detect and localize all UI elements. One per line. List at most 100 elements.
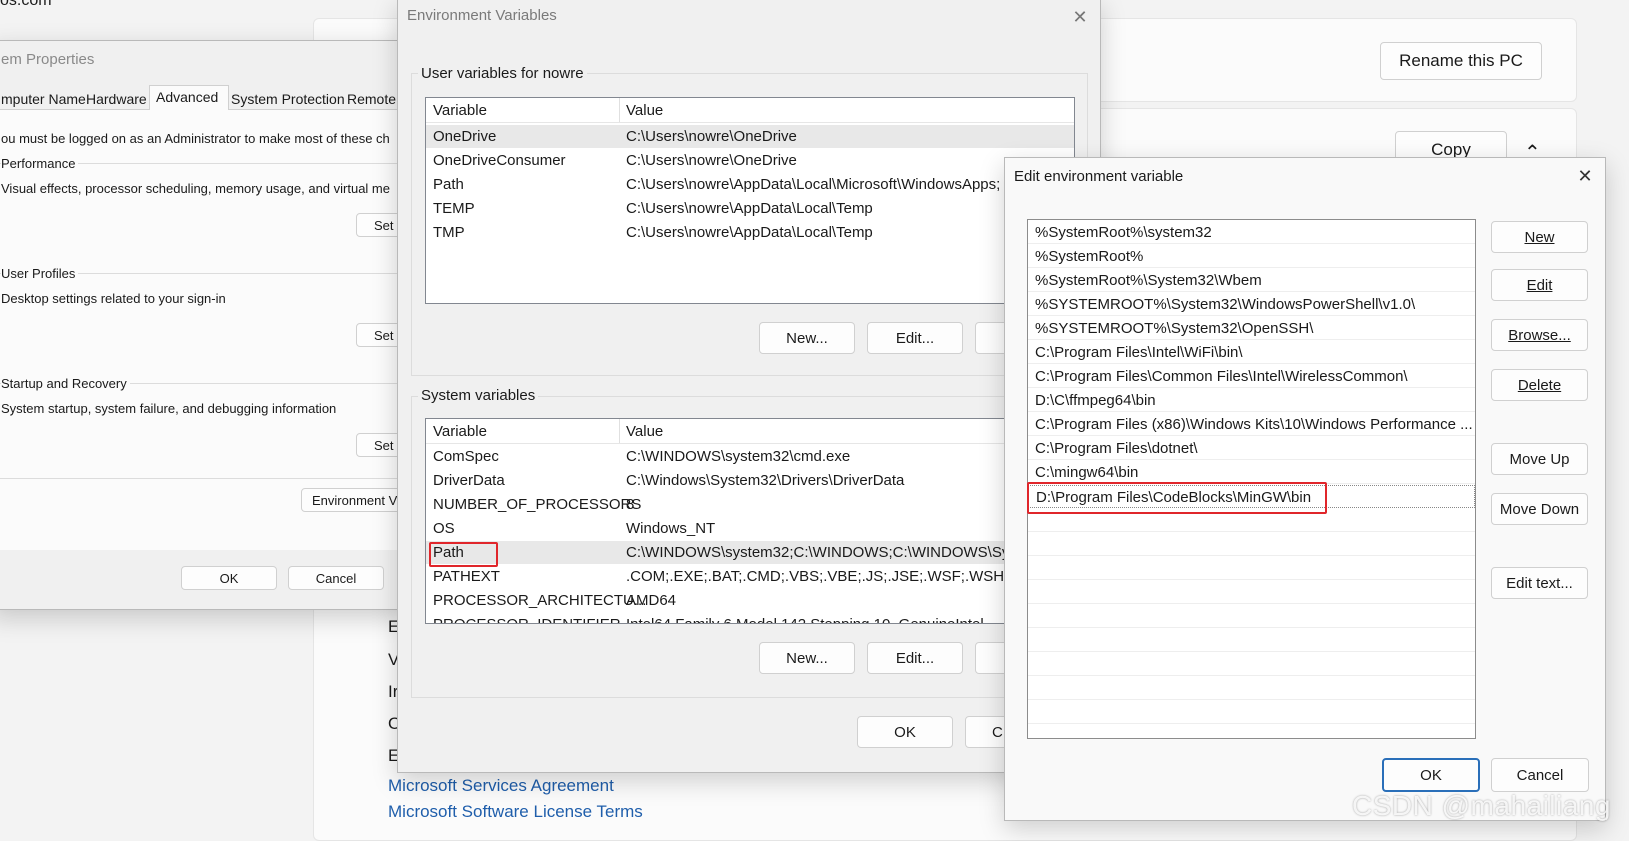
list-row[interactable]: PROCESSOR_IDENTIFIER Intel64 Family 6 Mod… xyxy=(426,613,1074,623)
ok-button[interactable]: OK xyxy=(857,716,953,748)
list-row[interactable]: Path C:\Users\nowre\AppData\Local\Microso… xyxy=(426,173,1074,196)
edit-text-button[interactable]: Edit text... xyxy=(1491,567,1588,599)
startup-label: Startup and Recovery xyxy=(1,376,130,391)
path-entry-text: C:\Program Files\dotnet\ xyxy=(1035,440,1198,457)
path-entry[interactable]: %SystemRoot%\system32 xyxy=(1028,221,1475,244)
var-name: PROCESSOR_ARCHITECTU... xyxy=(433,592,647,609)
edit-button[interactable]: Edit xyxy=(1491,269,1588,301)
var-value: C:\Windows\System32\Drivers\DriverData xyxy=(626,472,905,489)
move-up-button[interactable]: Move Up xyxy=(1491,443,1588,475)
var-value: C:\Users\nowre\AppData\Local\Temp xyxy=(626,200,873,217)
path-entry-text: D:\C\ffmpeg64\bin xyxy=(1035,392,1156,409)
tab-advanced[interactable]: Advanced xyxy=(156,89,218,105)
path-entry-text: C:\Program Files\Common Files\Intel\Wire… xyxy=(1035,368,1408,385)
path-entry[interactable]: %SystemRoot%\System32\Wbem xyxy=(1028,269,1475,292)
environment-variables-dialog: Environment Variables ✕ User variables f… xyxy=(397,0,1101,773)
license-terms-link[interactable]: Microsoft Software License Terms xyxy=(388,802,643,822)
path-entry[interactable]: %SYSTEMROOT%\System32\WindowsPowerShell\… xyxy=(1028,293,1475,316)
cancel-button[interactable]: Cancel xyxy=(288,566,384,590)
user-new-button[interactable]: New... xyxy=(759,322,855,354)
list-row[interactable]: PATHEXT .COM;.EXE;.BAT;.CMD;.VBS;.VBE;.JS… xyxy=(426,565,1074,588)
column-separator xyxy=(619,98,620,122)
empty-row xyxy=(1028,677,1475,700)
list-row[interactable]: ComSpec C:\WINDOWS\system32\cmd.exe xyxy=(426,445,1074,468)
tab-hardware[interactable]: Hardware xyxy=(86,91,147,107)
var-name: TMP xyxy=(433,224,465,241)
list-row-path-selected[interactable]: Path C:\WINDOWS\system32;C:\WINDOWS;C:\WI… xyxy=(426,541,1074,564)
empty-row xyxy=(1028,605,1475,628)
column-value[interactable]: Value xyxy=(626,423,663,440)
tab-remote[interactable]: Remote xyxy=(347,91,396,107)
user-edit-button[interactable]: Edit... xyxy=(867,322,963,354)
list-row[interactable]: OS Windows_NT xyxy=(426,517,1074,540)
user-variables-list[interactable]: Variable Value OneDrive C:\Users\nowre\On… xyxy=(425,97,1075,304)
column-separator xyxy=(619,419,620,443)
var-name: ComSpec xyxy=(433,448,499,465)
var-value: C:\Users\nowre\AppData\Local\Microsoft\W… xyxy=(626,176,1001,193)
ok-button[interactable]: OK xyxy=(1382,758,1480,792)
var-value: Intel64 Family 6 Model 142 Stepping 10, … xyxy=(626,616,984,623)
admin-note: ou must be logged on as an Administrator… xyxy=(1,131,390,146)
var-name: PROCESSOR_IDENTIFIER xyxy=(433,616,621,623)
path-entry[interactable]: C:\Program Files\Intel\WiFi\bin\ xyxy=(1028,341,1475,364)
list-header: Variable Value xyxy=(426,98,1074,123)
list-row[interactable]: OneDriveConsumer C:\Users\nowre\OneDrive xyxy=(426,149,1074,172)
tab-computer-name[interactable]: mputer Name xyxy=(1,91,86,107)
list-row[interactable]: NUMBER_OF_PROCESSORS 8 xyxy=(426,493,1074,516)
ok-button[interactable]: OK xyxy=(181,566,277,590)
browse-button[interactable]: Browse... xyxy=(1491,319,1588,351)
path-entry[interactable]: C:\Program Files\dotnet\ xyxy=(1028,437,1475,460)
system-edit-button[interactable]: Edit... xyxy=(867,642,963,674)
list-row[interactable]: PROCESSOR_ARCHITECTU... AMD64 xyxy=(426,589,1074,612)
var-name: Path xyxy=(433,176,464,193)
column-variable[interactable]: Variable xyxy=(433,423,487,440)
close-icon[interactable]: ✕ xyxy=(1573,164,1597,188)
list-row[interactable]: TEMP C:\Users\nowre\AppData\Local\Temp xyxy=(426,197,1074,220)
column-variable[interactable]: Variable xyxy=(433,102,487,119)
startup-desc: System startup, system failure, and debu… xyxy=(1,401,337,416)
move-down-button[interactable]: Move Down xyxy=(1491,493,1588,525)
services-agreement-link[interactable]: Microsoft Services Agreement xyxy=(388,776,614,796)
close-icon[interactable]: ✕ xyxy=(1068,5,1092,29)
path-entry-text: %SystemRoot%\system32 xyxy=(1035,224,1212,241)
path-entry[interactable]: %SYSTEMROOT%\System32\OpenSSH\ xyxy=(1028,317,1475,340)
var-name: DriverData xyxy=(433,472,505,489)
list-row[interactable]: TMP C:\Users\nowre\AppData\Local\Temp xyxy=(426,221,1074,244)
new-button[interactable]: New xyxy=(1491,221,1588,253)
path-entry[interactable]: C:\Program Files\Common Files\Intel\Wire… xyxy=(1028,365,1475,388)
var-name: OneDriveConsumer xyxy=(433,152,566,169)
system-variables-list[interactable]: Variable Value ComSpec C:\WINDOWS\system3… xyxy=(425,418,1075,624)
path-entry-text: C:\Program Files\Intel\WiFi\bin\ xyxy=(1035,344,1243,361)
empty-row xyxy=(1028,629,1475,652)
var-value: AMD64 xyxy=(626,592,677,609)
var-value: C:\Users\nowre\AppData\Local\Temp xyxy=(626,224,873,241)
path-entry-text: C:\Program Files (x86)\Windows Kits\10\W… xyxy=(1035,416,1473,433)
var-value: C:\Users\nowre\OneDrive xyxy=(626,128,797,145)
cancel-button[interactable]: Cancel xyxy=(1491,758,1589,792)
var-name: OneDrive xyxy=(433,128,497,145)
system-new-button[interactable]: New... xyxy=(759,642,855,674)
delete-button[interactable]: Delete xyxy=(1491,369,1588,401)
path-entry-text: %SystemRoot%\System32\Wbem xyxy=(1035,272,1262,289)
var-name: NUMBER_OF_PROCESSORS xyxy=(433,496,642,513)
dialog-title: Environment Variables xyxy=(407,7,557,24)
path-entry[interactable]: C:\mingw64\bin xyxy=(1028,461,1475,484)
rename-pc-button[interactable]: Rename this PC xyxy=(1380,42,1542,80)
settings-top-fragment: os.com xyxy=(0,0,52,9)
path-entry[interactable]: %SystemRoot% xyxy=(1028,245,1475,268)
path-entry-text: C:\mingw64\bin xyxy=(1035,464,1139,481)
path-entries-list[interactable]: %SystemRoot%\system32 %SystemRoot% %Syst… xyxy=(1027,219,1476,739)
tab-system-protection[interactable]: System Protection xyxy=(231,91,345,107)
list-row[interactable]: DriverData C:\Windows\System32\Drivers\Dr… xyxy=(426,469,1074,492)
watermark: CSDN @mahailiang xyxy=(1352,790,1611,821)
path-entry[interactable]: C:\Program Files (x86)\Windows Kits\10\W… xyxy=(1028,413,1475,436)
column-value[interactable]: Value xyxy=(626,102,663,119)
var-value: 8 xyxy=(626,496,635,513)
performance-desc: Visual effects, processor scheduling, me… xyxy=(1,181,390,196)
path-entry[interactable]: D:\C\ffmpeg64\bin xyxy=(1028,389,1475,412)
environment-variables-button[interactable]: Environment V xyxy=(301,488,409,512)
var-value: Windows_NT xyxy=(626,520,716,537)
list-header: Variable Value xyxy=(426,419,1074,444)
list-row[interactable]: OneDrive C:\Users\nowre\OneDrive xyxy=(426,125,1074,148)
var-value: .COM;.EXE;.BAT;.CMD;.VBS;.VBE;.JS;.JSE;.… xyxy=(626,568,1046,585)
